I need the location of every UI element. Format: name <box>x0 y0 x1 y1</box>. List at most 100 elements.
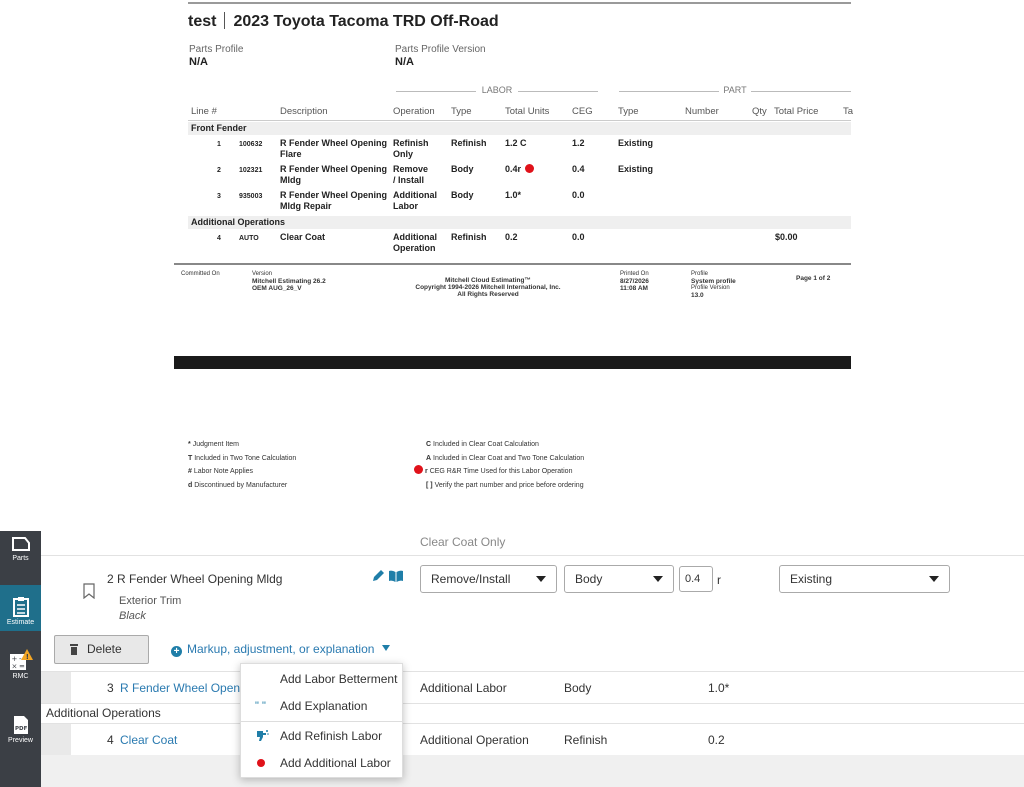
menu-item-label: Add Additional Labor <box>280 756 391 770</box>
mitchell-name: Mitchell Cloud Estimating™ <box>445 277 531 284</box>
labor-group-label: LABOR <box>481 85 513 95</box>
page-break-bar <box>174 356 851 369</box>
red-dot-icon <box>525 164 535 173</box>
sidebar-item-parts[interactable]: Parts <box>0 535 41 581</box>
copyright-text: Copyright 1994-2026 Mitchell Internation… <box>415 284 561 291</box>
col-number: Number <box>685 106 719 117</box>
sidebar-item-label: Parts <box>12 555 29 562</box>
markup-dropdown-toggle[interactable]: + Markup, adjustment, or explanation <box>171 642 391 657</box>
operation-select[interactable]: Remove/Install <box>420 565 557 593</box>
book-icon[interactable] <box>388 569 404 583</box>
line-desc: Clear Coat <box>280 232 326 242</box>
line-op: Additional <box>393 190 437 200</box>
row-divider <box>41 555 1024 556</box>
page-number-text: Page 1 of 2 <box>796 275 831 282</box>
parts-profile-version-value: N/A <box>395 56 414 68</box>
labor-type-select[interactable]: Body <box>564 565 674 593</box>
markup-menu: Add Labor Betterment " " Add Explanation… <box>240 663 403 778</box>
row-description-link[interactable]: Clear Coat <box>120 733 177 747</box>
row-units: 1.0* <box>708 681 730 695</box>
delete-button-label: Delete <box>87 642 122 656</box>
labor-units-input[interactable]: 0.4 <box>679 566 713 592</box>
legend-symbol: # <box>188 468 192 476</box>
line-op: Refinish <box>393 138 429 148</box>
line-code: AUTO <box>239 235 259 242</box>
menu-item-add-additional-labor[interactable]: Add Additional Labor <box>241 750 402 776</box>
line-units: 0.2 <box>505 232 518 242</box>
legend-symbol: T <box>188 454 193 462</box>
profile-version-value: 13.0 <box>691 292 704 299</box>
row-gutter <box>41 724 71 755</box>
profile-block: Profile System profile Profile Version 1… <box>691 271 736 299</box>
line-ceg: 0.4 <box>572 164 585 174</box>
part-group-label: PART <box>723 85 747 95</box>
estimate-editor: Clear Coat Only 2 R Fender Wheel Opening… <box>41 531 1024 787</box>
section-additional-operations: Additional Operations <box>188 216 851 229</box>
red-dot-icon <box>257 759 265 767</box>
pencil-icon[interactable] <box>371 569 385 583</box>
line-number: 1 <box>217 141 221 148</box>
menu-item-label: Add Labor Betterment <box>280 672 398 686</box>
sidebar-item-rmc[interactable]: + - × = ! RMC <box>0 649 41 693</box>
header-rule <box>188 120 851 121</box>
printed-time: 11:08 AM <box>620 285 648 292</box>
line-item-number: 2 <box>107 572 114 586</box>
legend-text: Labor Note Applies <box>193 468 254 476</box>
line-op-2: Labor <box>393 201 419 211</box>
profile-version-label: Profile Version <box>691 285 730 291</box>
report-title: test 2023 Toyota Tacoma TRD Off-Road <box>188 12 499 31</box>
part-type-select[interactable]: Existing <box>779 565 950 593</box>
sidebar-item-preview[interactable]: PDF Preview <box>0 715 41 761</box>
col-type: Type <box>451 106 472 117</box>
part-type-select-value: Existing <box>790 572 833 586</box>
legend-text: Verify the part number and price before … <box>434 482 584 490</box>
line-op: Additional <box>393 232 437 242</box>
legend-text: Discontinued by Manufacturer <box>194 482 288 490</box>
estimate-icon <box>12 597 29 617</box>
line-ceg: 1.2 <box>572 138 585 148</box>
menu-item-add-refinish-labor[interactable]: Add Refinish Labor <box>241 723 402 749</box>
row-type: Refinish <box>564 733 608 747</box>
spray-icon <box>257 730 269 741</box>
legend-text: Included in Clear Coat and Two Tone Calc… <box>433 454 585 462</box>
row-description-link[interactable]: R Fender Wheel Openin <box>120 681 249 695</box>
bookmark-icon[interactable] <box>83 583 95 599</box>
line-desc-2: Flare <box>280 149 302 159</box>
quote-icon: " " <box>255 700 266 712</box>
section-front-fender: Front Fender <box>188 122 851 135</box>
svg-text:!: ! <box>25 653 28 661</box>
menu-item-add-explanation[interactable]: " " Add Explanation <box>241 693 402 719</box>
clear-coat-only-text: Clear Coat Only <box>420 535 506 549</box>
row-type: Body <box>564 681 592 695</box>
legend-symbol: r <box>425 468 428 476</box>
rights-text: All Rights Reserved <box>457 291 519 298</box>
pdf-icon: PDF <box>13 716 28 734</box>
legend-right: C Included in Clear Coat Calculation A I… <box>414 438 584 493</box>
sidebar-item-label: Preview <box>8 737 33 744</box>
line-op-2: / Install <box>393 175 425 185</box>
line-price: $0.00 <box>775 232 798 242</box>
line-item-category: Exterior Trim <box>119 595 182 607</box>
version-1: Mitchell Estimating 26.2 <box>252 278 326 285</box>
red-dot-icon <box>414 465 423 475</box>
line-ceg: 0.0 <box>572 232 585 242</box>
legend-item: r CEG R&R Time Used for this Labor Opera… <box>414 465 584 479</box>
line-desc: R Fender Wheel Opening <box>280 164 388 174</box>
col-description: Description <box>280 106 328 117</box>
labor-type-select-value: Body <box>575 572 603 586</box>
legend-symbol: * <box>188 441 191 448</box>
parts-profile-version: Parts Profile Version N/A <box>395 44 486 68</box>
row-units: 0.2 <box>708 733 725 747</box>
legend-text: Included in Clear Coat Calculation <box>433 441 539 448</box>
menu-item-labor-betterment[interactable]: Add Labor Betterment <box>241 666 402 692</box>
line-type: Refinish <box>451 138 487 148</box>
col-total-price: Total Price <box>774 106 819 117</box>
delete-button[interactable]: Delete <box>54 635 149 664</box>
legend-item: * Judgment Item <box>188 438 296 452</box>
line-op: Remove <box>393 164 429 174</box>
line-number: 4 <box>217 235 221 242</box>
legend-item: d Discontinued by Manufacturer <box>188 479 296 493</box>
legend-item: A Included in Clear Coat and Two Tone Ca… <box>426 452 584 466</box>
sidebar-item-estimate[interactable]: Estimate <box>0 585 41 631</box>
sidebar-item-label: RMC <box>12 673 29 680</box>
